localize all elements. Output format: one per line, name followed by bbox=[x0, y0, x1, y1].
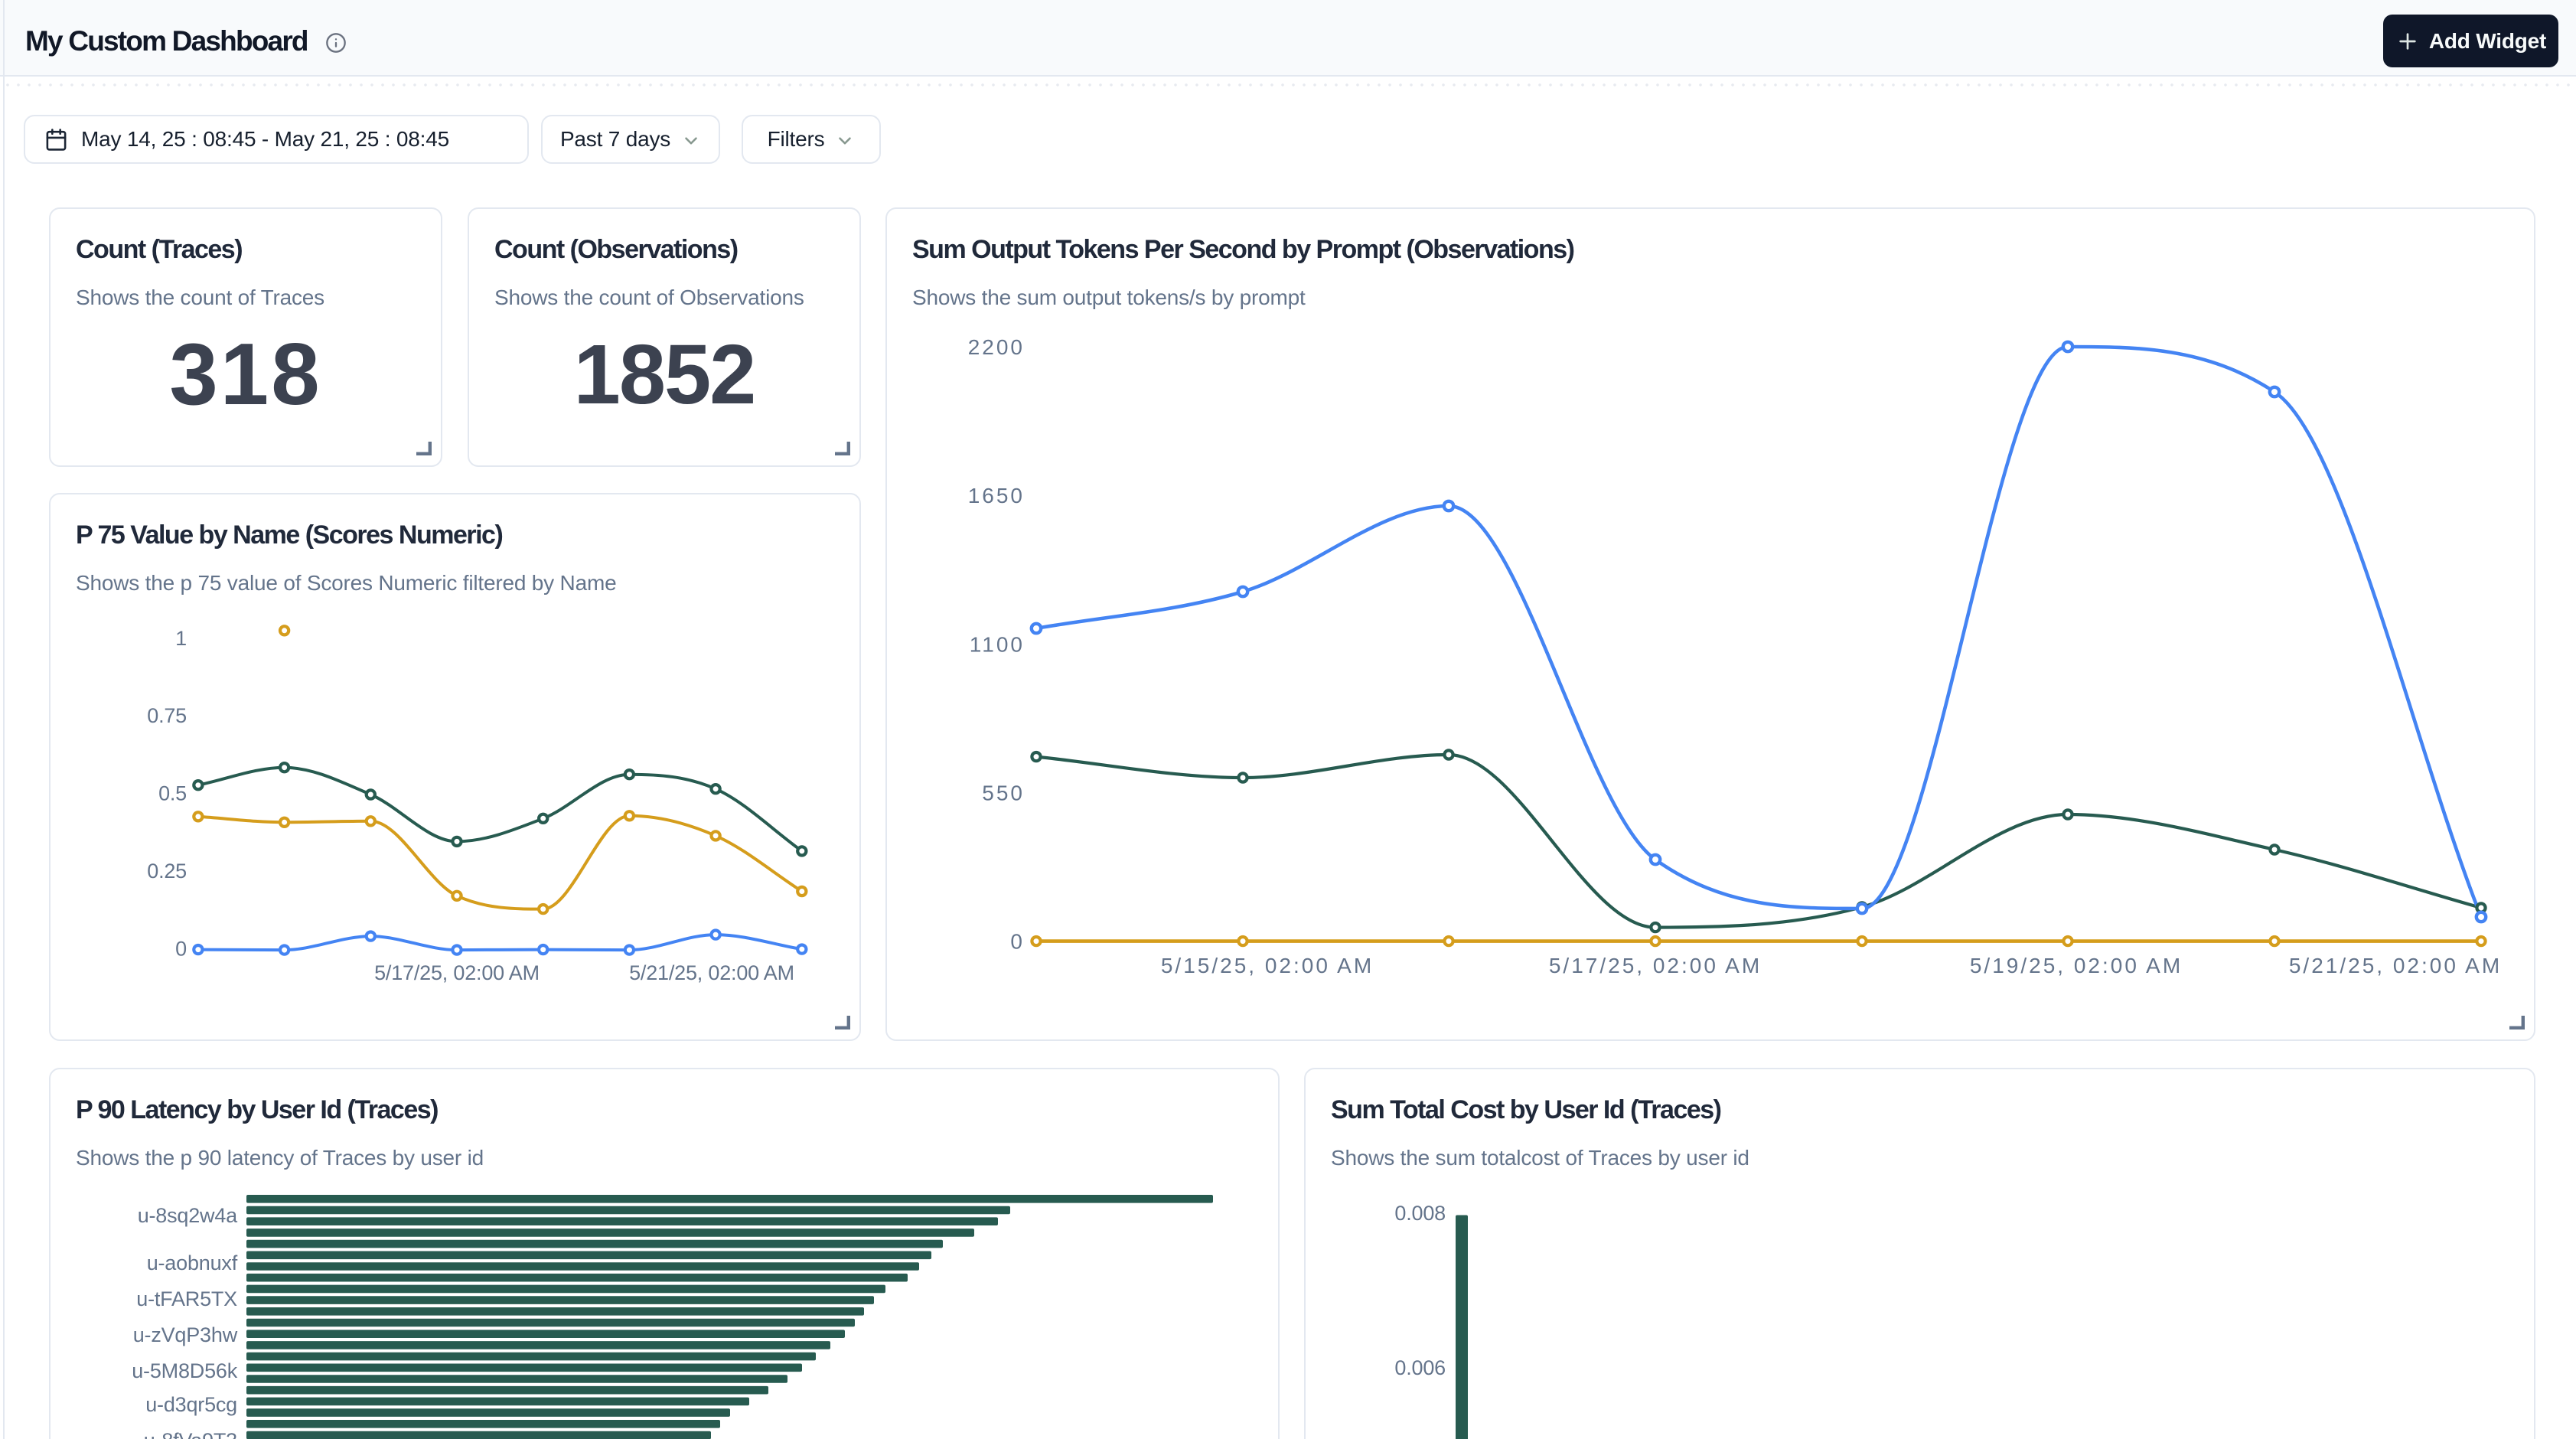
svg-text:5/21/25, 02:00 AM: 5/21/25, 02:00 AM bbox=[2289, 954, 2502, 977]
svg-text:5/17/25, 02:00 AM: 5/17/25, 02:00 AM bbox=[1549, 954, 1762, 977]
svg-text:0.25: 0.25 bbox=[147, 860, 187, 883]
svg-text:0.008: 0.008 bbox=[1394, 1202, 1446, 1225]
svg-text:5/19/25, 02:00 AM: 5/19/25, 02:00 AM bbox=[1970, 954, 2183, 977]
svg-text:550: 550 bbox=[982, 781, 1025, 805]
svg-text:0.5: 0.5 bbox=[158, 782, 187, 805]
svg-text:1100: 1100 bbox=[970, 632, 1025, 656]
svg-text:1: 1 bbox=[175, 627, 187, 650]
svg-text:0.75: 0.75 bbox=[147, 704, 187, 727]
svg-text:1650: 1650 bbox=[968, 484, 1025, 507]
svg-text:u-5M8D56k: u-5M8D56k bbox=[132, 1359, 237, 1382]
svg-text:5/17/25, 02:00 AM: 5/17/25, 02:00 AM bbox=[374, 961, 540, 984]
svg-text:u-8fVa9T3: u-8fVa9T3 bbox=[144, 1429, 237, 1439]
svg-text:0.006: 0.006 bbox=[1394, 1356, 1446, 1379]
svg-text:u-8sq2w4a: u-8sq2w4a bbox=[138, 1204, 238, 1227]
svg-text:0: 0 bbox=[1010, 930, 1025, 954]
svg-text:5/15/25, 02:00 AM: 5/15/25, 02:00 AM bbox=[1161, 954, 1374, 977]
svg-text:u-zVqP3hw: u-zVqP3hw bbox=[133, 1323, 238, 1346]
svg-text:0: 0 bbox=[175, 938, 187, 961]
svg-text:u-aobnuxf: u-aobnuxf bbox=[147, 1251, 238, 1274]
svg-text:2200: 2200 bbox=[968, 335, 1025, 359]
svg-text:u-d3qr5cg: u-d3qr5cg bbox=[145, 1393, 237, 1416]
svg-text:u-tFAR5TX: u-tFAR5TX bbox=[136, 1287, 237, 1310]
svg-text:5/21/25, 02:00 AM: 5/21/25, 02:00 AM bbox=[629, 961, 794, 984]
